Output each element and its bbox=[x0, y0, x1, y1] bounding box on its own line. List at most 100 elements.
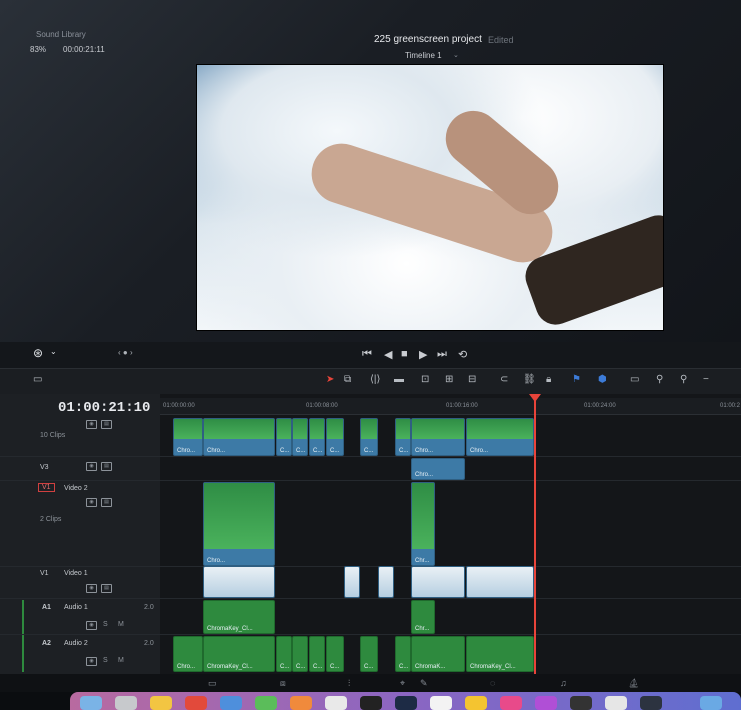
dock-app-icon[interactable] bbox=[395, 696, 417, 710]
flag-icon[interactable]: ⚑ bbox=[572, 374, 581, 385]
replace-clip-icon[interactable]: ⊟ bbox=[468, 374, 476, 385]
go-to-end-icon[interactable]: ⏭ bbox=[437, 348, 447, 361]
mute-button[interactable]: M bbox=[118, 657, 124, 664]
audio-clip[interactable]: Chro... bbox=[173, 636, 203, 672]
sound-library-label[interactable]: Sound Library bbox=[36, 30, 86, 39]
loop-icon[interactable]: ⟲ bbox=[458, 348, 467, 361]
dynamic-trim-icon[interactable]: ⟨|⟩ bbox=[370, 374, 380, 385]
dock-app-icon[interactable] bbox=[535, 696, 557, 710]
marker-icon[interactable]: ⬢ bbox=[598, 374, 607, 385]
dock-app-icon[interactable] bbox=[80, 696, 102, 710]
audio-clip[interactable]: ChromaKey_Cl... bbox=[203, 600, 275, 634]
insert-clip-icon[interactable]: ⊡ bbox=[421, 374, 429, 385]
audio-clip[interactable]: ChromaK... bbox=[411, 636, 465, 672]
track-lock-icon[interactable]: ▤ bbox=[101, 420, 112, 429]
audio-clip[interactable]: Chr... bbox=[411, 600, 435, 634]
dock-app-icon[interactable] bbox=[115, 696, 137, 710]
chevron-down-icon[interactable]: ⌄ bbox=[50, 347, 57, 356]
play-reverse-icon[interactable]: ◀ bbox=[384, 348, 392, 361]
track-visibility-icon[interactable]: ◉ bbox=[86, 584, 97, 593]
audio-clip[interactable]: ChromaKey_Cl... bbox=[203, 636, 275, 672]
video-clip[interactable] bbox=[344, 566, 360, 598]
zoom-custom-icon[interactable]: ⚲ bbox=[680, 374, 687, 385]
v2-track-id[interactable]: V1 bbox=[38, 483, 55, 492]
video-clip[interactable]: Chro... bbox=[203, 482, 275, 566]
dock-app-icon[interactable] bbox=[150, 696, 172, 710]
go-to-start-icon[interactable]: ⏮ bbox=[362, 348, 372, 361]
playhead[interactable] bbox=[534, 396, 536, 674]
audio-clip[interactable]: C... bbox=[395, 636, 411, 672]
video-clip[interactable]: Chro... bbox=[411, 458, 465, 480]
lock-icon[interactable]: 🔒︎ bbox=[546, 374, 551, 385]
fairlight-page-icon[interactable]: ◌ bbox=[490, 678, 495, 688]
video-clip[interactable]: C... bbox=[309, 418, 325, 456]
video-clip[interactable]: Chro... bbox=[466, 418, 534, 456]
dock-app-icon[interactable] bbox=[700, 696, 722, 710]
edit-page-icon[interactable]: ⫶ bbox=[348, 678, 350, 689]
track-visibility-icon[interactable]: ◉ bbox=[86, 657, 97, 666]
linked-selection-icon[interactable]: ⛓ bbox=[523, 374, 536, 385]
dock-app-icon[interactable] bbox=[605, 696, 627, 710]
track-visibility-icon[interactable]: ◉ bbox=[86, 498, 97, 507]
dock-app-icon[interactable] bbox=[255, 696, 277, 710]
dock-app-icon[interactable] bbox=[640, 696, 662, 710]
video-clip[interactable]: Chro... bbox=[173, 418, 203, 456]
fusion-page-icon[interactable]: ⌖ bbox=[400, 678, 405, 689]
video-clip[interactable]: C... bbox=[292, 418, 308, 456]
chevron-down-icon[interactable]: ⌄ bbox=[453, 51, 459, 59]
stop-icon[interactable]: ■ bbox=[401, 348, 408, 360]
audio-clip[interactable]: C... bbox=[292, 636, 308, 672]
video-clip[interactable] bbox=[378, 566, 394, 598]
overwrite-clip-icon[interactable]: ⊞ bbox=[445, 374, 453, 385]
timeline-selector[interactable]: Timeline 1 bbox=[405, 51, 442, 60]
snapping-icon[interactable]: ⊂ bbox=[500, 374, 508, 385]
video-clip[interactable] bbox=[411, 566, 465, 598]
dock-app-icon[interactable] bbox=[500, 696, 522, 710]
dock-app-icon[interactable] bbox=[360, 696, 382, 710]
dock-app-icon[interactable] bbox=[185, 696, 207, 710]
video-clip[interactable]: C... bbox=[395, 418, 411, 456]
selection-tool-icon[interactable]: ➤ bbox=[326, 374, 334, 385]
audio-clip[interactable]: C... bbox=[360, 636, 378, 672]
audio-clip[interactable]: C... bbox=[309, 636, 325, 672]
video-clip[interactable] bbox=[203, 566, 275, 598]
track-lock-icon[interactable]: ▤ bbox=[101, 462, 112, 471]
video-clip[interactable]: Chro... bbox=[203, 418, 275, 456]
video-clip[interactable]: C... bbox=[326, 418, 344, 456]
playhead-handle[interactable] bbox=[529, 394, 541, 402]
dock-app-icon[interactable] bbox=[325, 696, 347, 710]
media-page-icon[interactable]: ▭ bbox=[208, 678, 217, 689]
solo-button[interactable]: S bbox=[103, 621, 108, 628]
track-lock-icon[interactable]: ▤ bbox=[101, 498, 112, 507]
timeline-view-icon[interactable]: ▭ bbox=[33, 374, 42, 385]
color-page-icon[interactable]: ✎ bbox=[420, 678, 428, 689]
video-clip[interactable]: C... bbox=[360, 418, 378, 456]
dock-app-icon[interactable] bbox=[430, 696, 452, 710]
video-clip[interactable]: C... bbox=[276, 418, 292, 456]
mute-button[interactable]: M bbox=[118, 621, 124, 628]
dock-app-icon[interactable] bbox=[465, 696, 487, 710]
zoom-detail-icon[interactable]: ⚲ bbox=[656, 374, 663, 385]
track-lock-icon[interactable]: ▤ bbox=[101, 584, 112, 593]
cut-page-icon[interactable]: ⧈ bbox=[280, 678, 286, 689]
zoom-level[interactable]: 83% bbox=[30, 45, 46, 54]
zoom-full-icon[interactable]: ▭ bbox=[630, 374, 639, 385]
video-clip[interactable]: Chro... bbox=[411, 418, 465, 456]
solo-button[interactable]: S bbox=[103, 657, 108, 664]
deliver-page-icon[interactable]: ⛵︎ bbox=[628, 678, 639, 689]
music-page-icon[interactable]: ♫ bbox=[560, 678, 567, 688]
track-visibility-icon[interactable]: ◉ bbox=[86, 420, 97, 429]
dock-app-icon[interactable] bbox=[570, 696, 592, 710]
audio-clip[interactable]: C... bbox=[326, 636, 344, 672]
dock-app-icon[interactable] bbox=[290, 696, 312, 710]
audio-clip[interactable]: C... bbox=[276, 636, 292, 672]
play-icon[interactable]: ▶ bbox=[419, 348, 427, 361]
audio-clip[interactable]: ChromaKey_Cl... bbox=[466, 636, 534, 672]
video-clip[interactable] bbox=[466, 566, 534, 598]
track-visibility-icon[interactable]: ◉ bbox=[86, 621, 97, 630]
jog-control[interactable]: ‹ ● › bbox=[118, 348, 133, 357]
video-clip[interactable]: Chr... bbox=[411, 482, 435, 566]
blade-tool-icon[interactable]: ▬ bbox=[394, 374, 404, 385]
color-wheel-icon[interactable]: ⊛ bbox=[33, 346, 43, 360]
track-visibility-icon[interactable]: ◉ bbox=[86, 462, 97, 471]
